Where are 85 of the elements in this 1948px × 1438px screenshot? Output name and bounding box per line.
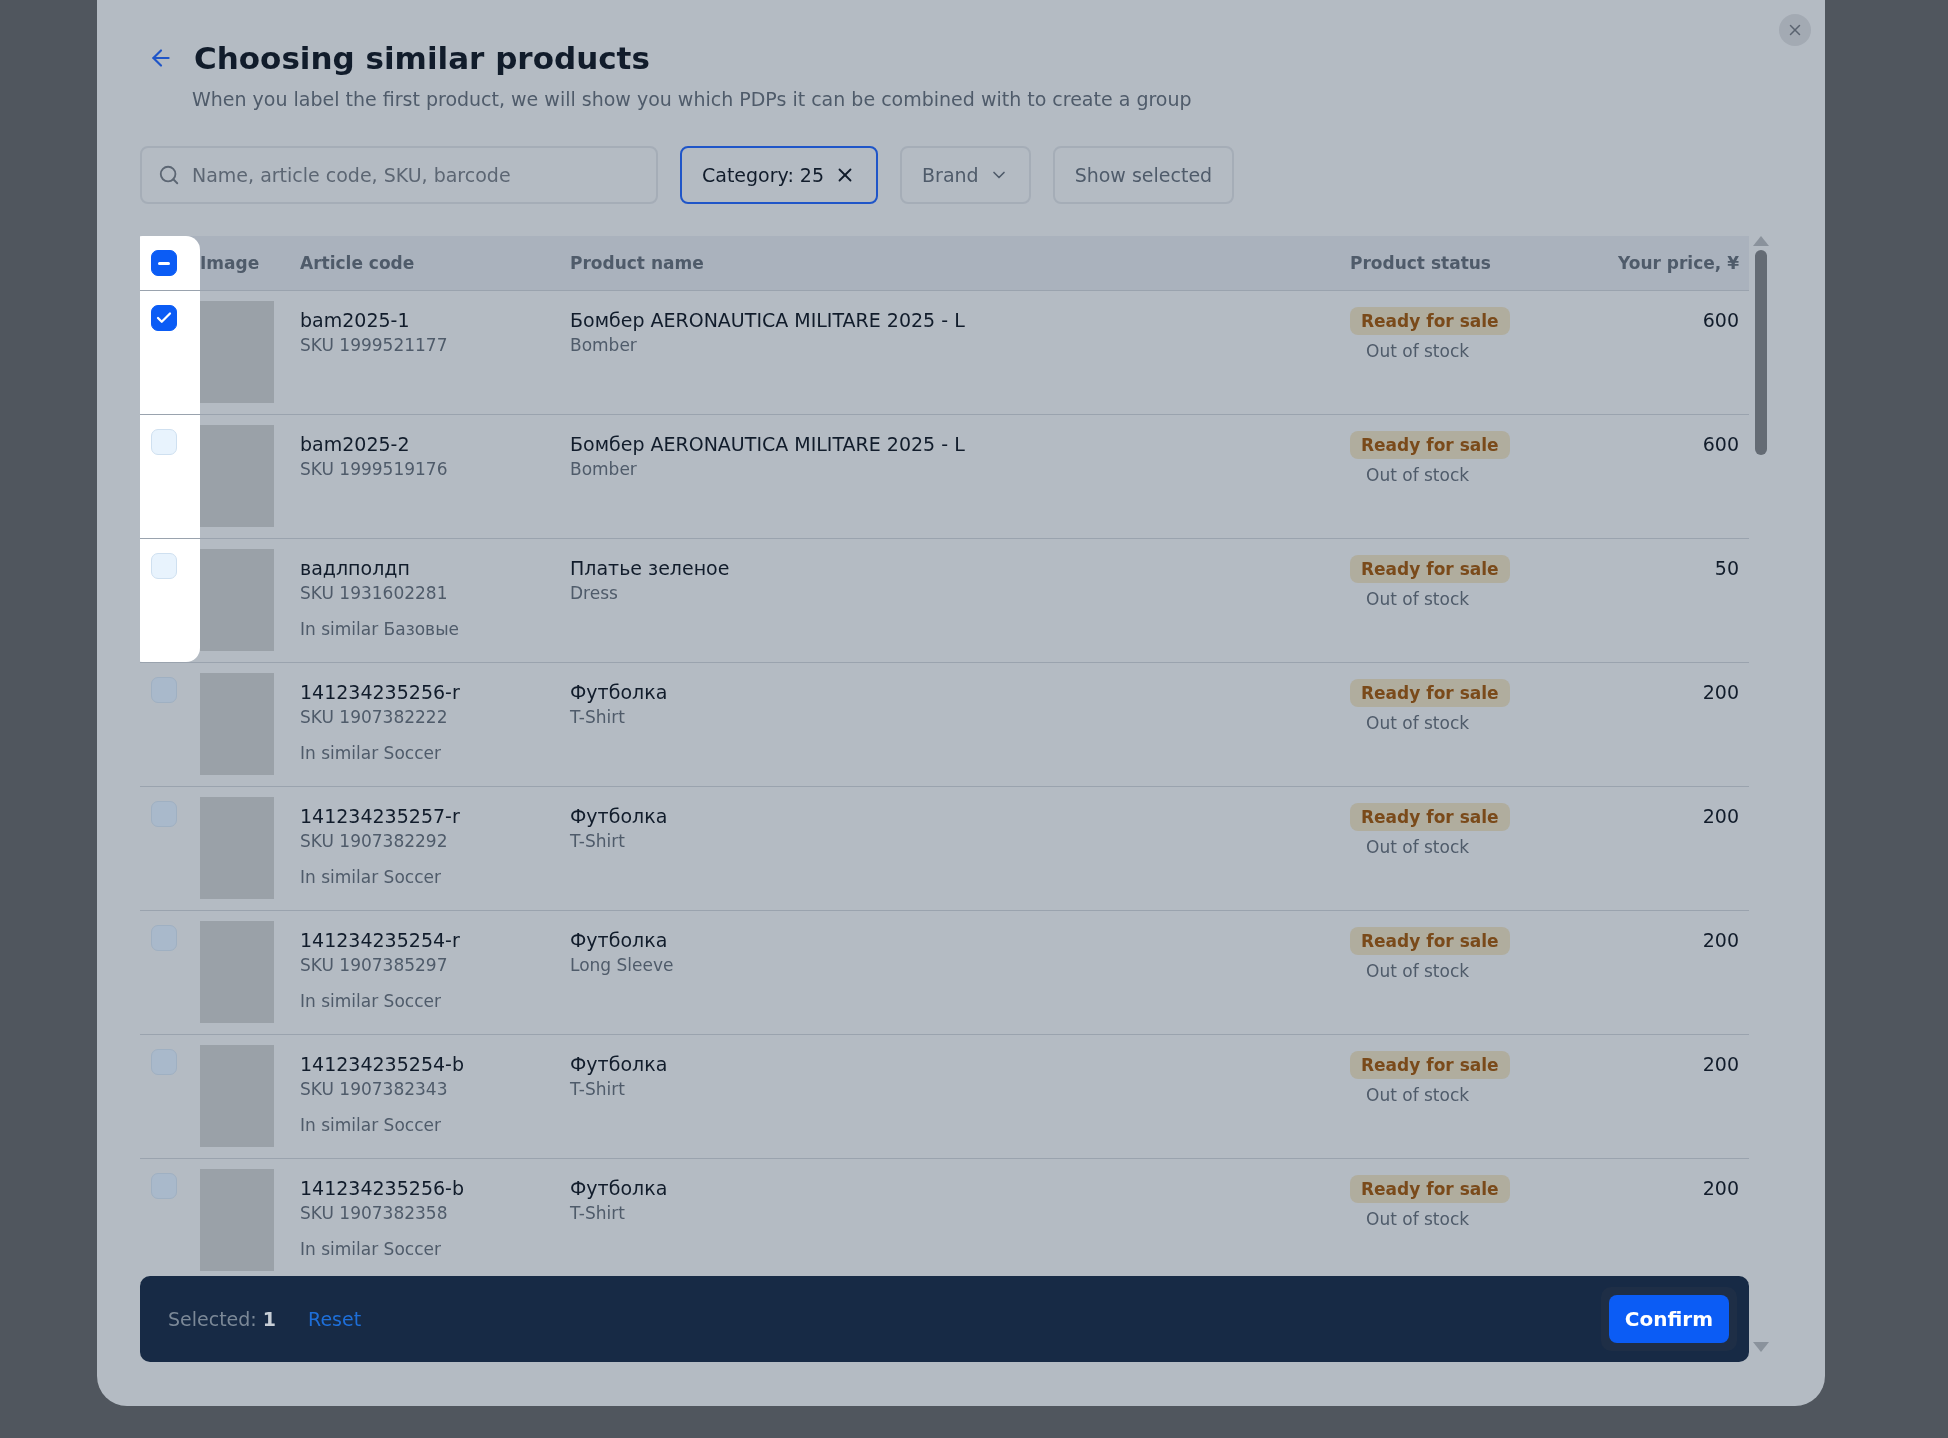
sku-text: SKU 1907382358: [300, 1203, 448, 1223]
price-text: 200: [1701, 680, 1740, 705]
product-type: T-Shirt: [570, 707, 625, 727]
stock-text: Out of stock: [1366, 837, 1470, 857]
similar-group-text: In similar Soccer: [300, 743, 441, 763]
article-code: вадлполдп: [300, 557, 410, 579]
product-name: Футболка: [570, 681, 668, 703]
status-badge: Ready for sale: [1350, 555, 1510, 583]
row-checkbox[interactable]: [151, 305, 177, 331]
stock-text: Out of stock: [1366, 1209, 1470, 1229]
article-code: 141234235254-b: [300, 1053, 464, 1075]
similar-group-text: In similar Soccer: [300, 1239, 441, 1259]
scrollbar-thumb[interactable]: [1755, 250, 1767, 455]
confirm-button[interactable]: Confirm: [1608, 1295, 1729, 1343]
select-all-checkbox[interactable]: [151, 250, 177, 276]
dialog-subtitle: When you label the first product, we will show you which PDPs it can be combined with to create a group: [192, 88, 1193, 110]
product-name: Бомбер AERONAUTICA MILITARE 2025 - L: [570, 433, 965, 455]
selected-count: Selected: 1: [168, 1308, 277, 1330]
status-badge: Ready for sale: [1350, 1051, 1510, 1079]
article-code: 141234235256-b: [300, 1177, 464, 1199]
stock-text: Out of stock: [1366, 713, 1470, 733]
article-code: 141234235256-r: [300, 681, 460, 703]
close-icon[interactable]: [1779, 14, 1811, 46]
product-name: Футболка: [570, 1177, 668, 1199]
price-text: 200: [1701, 928, 1740, 953]
product-type: Bomber: [570, 459, 637, 479]
reset-link[interactable]: Reset: [308, 1308, 362, 1330]
search-icon: [158, 164, 180, 186]
status-badge: Ready for sale: [1350, 803, 1510, 831]
show-selected-button[interactable]: Show selected: [1052, 146, 1235, 204]
sku-text: SKU 1907385297: [300, 955, 448, 975]
sku-text: SKU 1999521177: [300, 335, 448, 355]
status-badge: Ready for sale: [1350, 307, 1510, 335]
sku-text: SKU 1907382222: [300, 707, 448, 727]
product-type: T-Shirt: [570, 1203, 625, 1223]
stock-text: Out of stock: [1366, 1085, 1470, 1105]
product-type: Bomber: [570, 335, 637, 355]
price-text: 200: [1701, 804, 1740, 829]
stock-text: Out of stock: [1366, 589, 1470, 609]
search-input[interactable]: Name, article code, SKU, barcode: [190, 163, 640, 187]
scroll-down-icon[interactable]: [1753, 1342, 1769, 1352]
stock-text: Out of stock: [1366, 341, 1470, 361]
price-text: 50: [1713, 556, 1740, 581]
sku-text: SKU 1907382343: [300, 1079, 448, 1099]
product-name: Футболка: [570, 805, 668, 827]
product-name: Футболка: [570, 929, 668, 951]
dialog-title: Choosing similar products: [194, 40, 650, 76]
product-type: T-Shirt: [570, 831, 625, 851]
product-type: Long Sleeve: [570, 955, 674, 975]
price-text: 200: [1701, 1052, 1740, 1077]
column-header: Image: [200, 253, 261, 273]
scroll-up-icon[interactable]: [1753, 236, 1769, 246]
column-header: Your price, ¥: [1616, 253, 1740, 273]
article-code: bam2025-1: [300, 309, 410, 331]
status-badge: Ready for sale: [1350, 927, 1510, 955]
sku-text: SKU 1931602281: [300, 583, 448, 603]
article-code: bam2025-2: [300, 433, 410, 455]
status-badge: Ready for sale: [1350, 679, 1510, 707]
column-header: Article code: [300, 253, 416, 273]
similar-group-text: In similar Soccer: [300, 1115, 441, 1135]
stock-text: Out of stock: [1366, 961, 1470, 981]
price-text: 600: [1701, 432, 1740, 457]
product-name: Платье зеленое: [570, 557, 730, 579]
search-field[interactable]: Name, article code, SKU, barcode: [140, 146, 658, 204]
product-type: Dress: [570, 583, 618, 603]
similar-group-text: In similar Soccer: [300, 991, 441, 1011]
price-text: 600: [1701, 308, 1740, 333]
sku-text: SKU 1907382292: [300, 831, 448, 851]
category-filter-chip[interactable]: Category: 25: [680, 146, 879, 204]
article-code: 141234235257-r: [300, 805, 460, 827]
similar-group-text: In similar Базовые: [300, 619, 459, 639]
status-badge: Ready for sale: [1350, 431, 1510, 459]
column-header: Product status: [1350, 253, 1492, 273]
product-type: T-Shirt: [570, 1079, 625, 1099]
product-name: Футболка: [570, 1053, 668, 1075]
minus-icon: [158, 261, 170, 265]
stock-text: Out of stock: [1366, 465, 1470, 485]
price-text: 200: [1701, 1176, 1740, 1201]
sku-text: SKU 1999519176: [300, 459, 448, 479]
brand-dropdown[interactable]: Brand: [900, 146, 1031, 204]
product-name: Бомбер AERONAUTICA MILITARE 2025 - L: [570, 309, 965, 331]
status-badge: Ready for sale: [1350, 1175, 1510, 1203]
article-code: 141234235254-r: [300, 929, 460, 951]
column-header: Product name: [570, 253, 705, 273]
similar-group-text: In similar Soccer: [300, 867, 441, 887]
